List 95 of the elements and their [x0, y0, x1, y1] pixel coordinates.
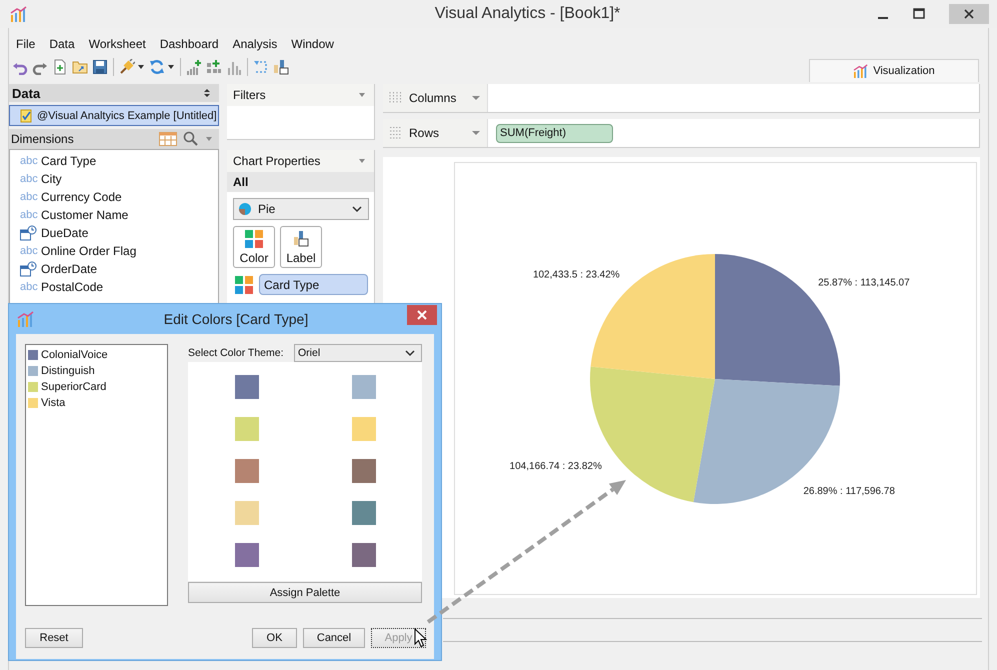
- palette-swatch[interactable]: [352, 417, 376, 441]
- caret-icon[interactable]: [137, 63, 145, 71]
- assign-palette-button[interactable]: Assign Palette: [188, 582, 422, 603]
- type-label: abc: [20, 209, 37, 221]
- dialog-button[interactable]: Cancel: [303, 628, 365, 648]
- rows-grip-icon: [389, 126, 403, 140]
- menu-item[interactable]: File: [16, 37, 36, 53]
- data-source-item[interactable]: @Visual Analtyics Example [Untitled]: [9, 105, 219, 126]
- search-icon[interactable]: [183, 131, 199, 147]
- visualization-tab[interactable]: Visualization: [809, 59, 979, 82]
- app-logo-icon: [853, 64, 870, 78]
- legend-item[interactable]: Vista: [41, 397, 66, 409]
- color-button[interactable]: Color: [233, 226, 275, 268]
- app-logo-icon: [17, 311, 35, 327]
- menu-item[interactable]: Analysis: [232, 37, 278, 53]
- caret-icon: [358, 91, 366, 99]
- dimension-item[interactable]: Currency Code: [41, 190, 122, 204]
- palette-swatch[interactable]: [234, 375, 258, 399]
- chevron-icon: [352, 205, 362, 213]
- sort-icon[interactable]: [203, 88, 211, 98]
- chart-type-dropdown[interactable]: Pie: [233, 198, 369, 220]
- calendar-clock-icon: [20, 261, 37, 277]
- table-icon[interactable]: [159, 132, 177, 146]
- menu-item[interactable]: Window: [291, 37, 334, 53]
- palette-swatch[interactable]: [352, 501, 376, 525]
- palette-swatch[interactable]: [234, 459, 258, 483]
- close-button[interactable]: [949, 4, 989, 24]
- dimension-item[interactable]: City: [41, 172, 62, 186]
- palette-swatch[interactable]: [352, 375, 376, 399]
- shelf-label: Columns: [409, 91, 458, 105]
- label-icon: [292, 230, 310, 248]
- legend-item[interactable]: SuperiorCard: [41, 381, 106, 393]
- menu-item[interactable]: Dashboard: [160, 37, 219, 53]
- field-pill[interactable]: Card Type: [259, 274, 368, 295]
- close-icon: [417, 310, 427, 320]
- dimension-item[interactable]: Card Type: [41, 154, 96, 168]
- columns-grip-icon: [389, 91, 403, 105]
- color-grid-icon: [235, 276, 253, 294]
- menu-item[interactable]: Data: [49, 37, 75, 53]
- chart-properties-header[interactable]: Chart Properties: [227, 150, 374, 172]
- palette-swatch[interactable]: [234, 543, 258, 567]
- dimension-item[interactable]: Online Order Flag: [41, 244, 136, 258]
- theme-label: Select Color Theme:: [188, 347, 284, 359]
- type-label: abc: [20, 191, 37, 203]
- calendar-clock-icon: [20, 225, 37, 241]
- chevron-icon: [405, 349, 415, 357]
- new-file-icon[interactable]: [52, 59, 68, 75]
- save-icon[interactable]: [92, 59, 108, 75]
- add-bar-chart-icon[interactable]: [186, 59, 202, 75]
- palette-swatch[interactable]: [234, 417, 258, 441]
- plug-icon[interactable]: [119, 59, 135, 75]
- label-icon[interactable]: [273, 59, 289, 75]
- bar-chart-icon[interactable]: [226, 59, 242, 75]
- dialog-button[interactable]: OK: [252, 628, 297, 648]
- dimension-item[interactable]: DueDate: [41, 226, 88, 240]
- panel-header: Data: [9, 84, 219, 102]
- slice-label: 104,166.74 : 23.82%: [510, 460, 602, 472]
- filters-header[interactable]: Filters: [227, 84, 374, 106]
- measure-pill[interactable]: SUM(Freight): [496, 124, 613, 142]
- dimension-item[interactable]: Customer Name: [41, 208, 128, 222]
- checked-document-icon: [20, 108, 32, 122]
- window-title: Visual Analytics - [Book1]*: [434, 5, 622, 23]
- palette-swatch[interactable]: [352, 459, 376, 483]
- folder-icon[interactable]: [72, 59, 88, 75]
- close-icon: [963, 8, 975, 20]
- caret-icon[interactable]: [167, 63, 175, 71]
- type-label: abc: [20, 173, 37, 185]
- close-button[interactable]: [407, 304, 437, 324]
- legend-item[interactable]: ColonialVoice: [41, 349, 108, 361]
- type-label: abc: [20, 155, 37, 167]
- pie-chart-icon: [238, 202, 252, 216]
- slice-label: 102,433.5 : 23.42%: [532, 270, 620, 281]
- dimension-item[interactable]: PostalCode: [41, 280, 104, 294]
- dialog-title: Edit Colors [Card Type]: [162, 311, 310, 327]
- label-button[interactable]: Label: [280, 226, 322, 268]
- add-grid-icon[interactable]: [206, 59, 222, 75]
- shelf-label: Rows: [409, 126, 440, 140]
- dimensions-label: Dimensions: [11, 132, 74, 146]
- type-label: abc: [20, 281, 37, 293]
- dimension-item[interactable]: OrderDate: [41, 262, 98, 276]
- color-grid-icon: [245, 230, 263, 248]
- marks-level-header: All: [227, 172, 374, 192]
- palette-swatch[interactable]: [352, 543, 376, 567]
- theme-dropdown[interactable]: Oriel: [294, 344, 422, 362]
- slice-label: 25.87% : 113,145.07: [818, 277, 910, 288]
- menu-item[interactable]: Worksheet: [88, 37, 146, 53]
- palette-swatch[interactable]: [234, 501, 258, 525]
- mouse-pointer-icon: [414, 628, 427, 648]
- maximize-icon[interactable]: [913, 8, 925, 20]
- legend-item[interactable]: Distinguish: [41, 365, 95, 377]
- app-logo-icon: [10, 6, 28, 22]
- dialog-button[interactable]: Reset: [25, 628, 83, 648]
- caret-icon: [358, 157, 366, 165]
- slice-label: 26.89% : 117,596.78: [803, 486, 895, 498]
- type-label: abc: [20, 245, 37, 257]
